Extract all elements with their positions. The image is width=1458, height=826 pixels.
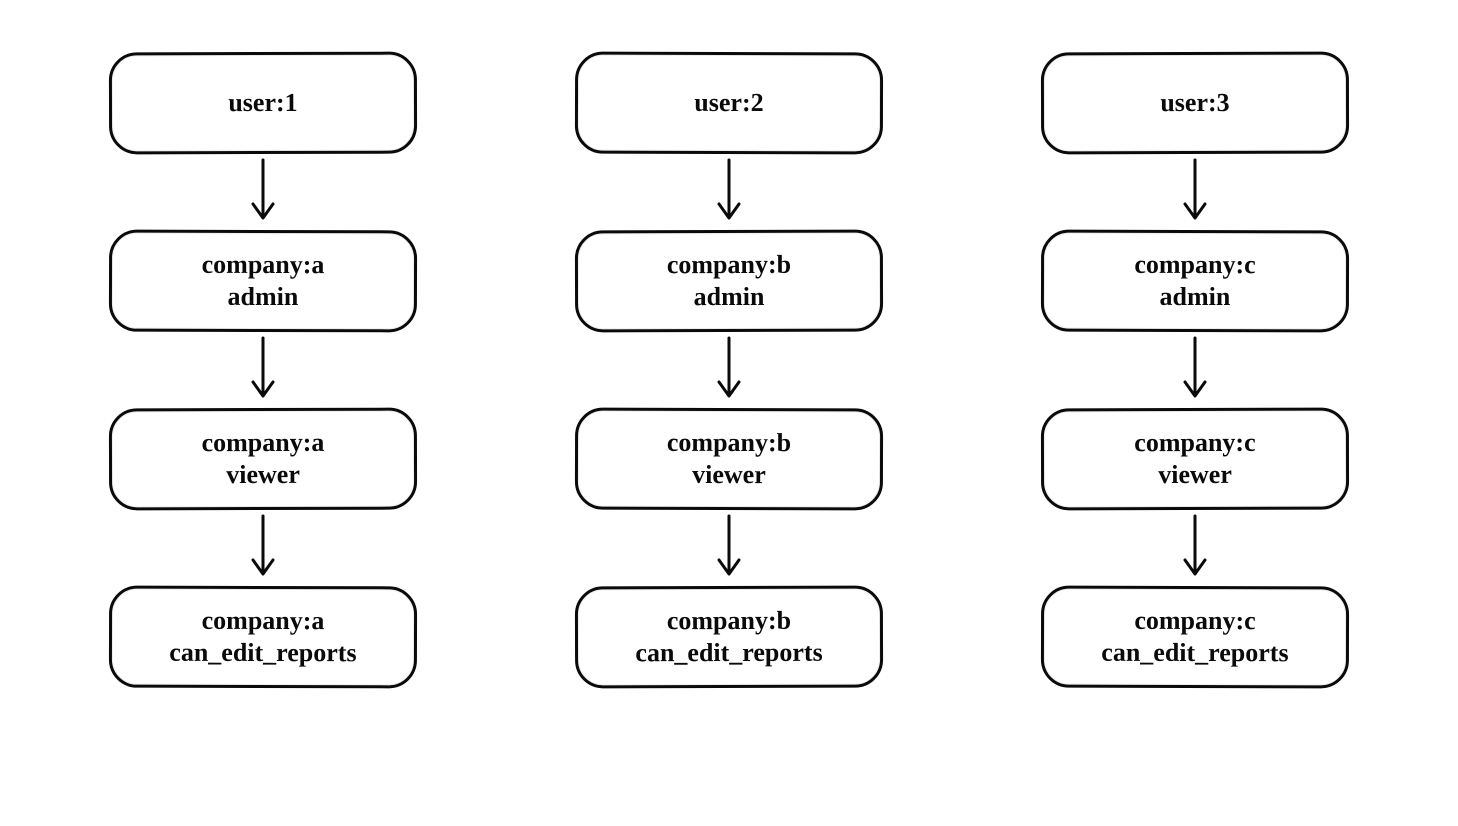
node-line: company:a — [202, 426, 325, 459]
arrow-down-icon — [243, 510, 283, 586]
node-line: company:b — [667, 604, 791, 637]
node-line: viewer — [226, 459, 300, 492]
arrow-down-icon — [243, 154, 283, 230]
node-line: company:b — [667, 426, 791, 459]
node-line: can_edit_reports — [635, 637, 822, 670]
node-line: user:3 — [1160, 87, 1229, 120]
diagram-node-user: user:3 — [1041, 52, 1349, 155]
diagram-node-viewer: company:b viewer — [575, 408, 883, 511]
node-line: admin — [228, 281, 299, 314]
diagram-node-admin: company:a admin — [109, 230, 417, 333]
diagram-column: user:3 company:c admin company:c viewer … — [1030, 52, 1360, 688]
diagram-node-admin: company:c admin — [1041, 230, 1349, 333]
diagram-node-user: user:1 — [109, 52, 417, 155]
node-line: company:b — [667, 248, 791, 281]
arrow-down-icon — [1175, 510, 1215, 586]
node-line: user:2 — [694, 87, 763, 120]
diagram-column: user:1 company:a admin company:a viewer … — [98, 52, 428, 688]
node-line: user:1 — [228, 87, 297, 120]
node-line: can_edit_reports — [1101, 637, 1288, 670]
diagram-node-user: user:2 — [575, 52, 883, 155]
arrow-down-icon — [709, 510, 749, 586]
node-line: admin — [694, 281, 765, 314]
node-line: viewer — [1158, 459, 1232, 492]
node-line: company:a — [202, 604, 325, 637]
diagram-canvas: user:1 company:a admin company:a viewer … — [0, 0, 1458, 826]
node-line: company:c — [1134, 426, 1255, 459]
arrow-down-icon — [709, 332, 749, 408]
node-line: can_edit_reports — [169, 637, 356, 670]
diagram-node-can-edit-reports: company:a can_edit_reports — [109, 586, 417, 689]
arrow-down-icon — [243, 332, 283, 408]
diagram-node-can-edit-reports: company:b can_edit_reports — [575, 586, 883, 689]
node-line: viewer — [692, 459, 766, 492]
arrow-down-icon — [1175, 154, 1215, 230]
node-line: company:a — [202, 248, 325, 281]
diagram-column: user:2 company:b admin company:b viewer … — [564, 52, 894, 688]
diagram-node-viewer: company:a viewer — [109, 408, 417, 511]
arrow-down-icon — [1175, 332, 1215, 408]
node-line: company:c — [1134, 248, 1255, 281]
arrow-down-icon — [709, 154, 749, 230]
diagram-node-can-edit-reports: company:c can_edit_reports — [1041, 586, 1349, 689]
diagram-node-admin: company:b admin — [575, 230, 883, 333]
node-line: company:c — [1134, 604, 1255, 637]
node-line: admin — [1160, 281, 1231, 314]
diagram-node-viewer: company:c viewer — [1041, 408, 1349, 511]
